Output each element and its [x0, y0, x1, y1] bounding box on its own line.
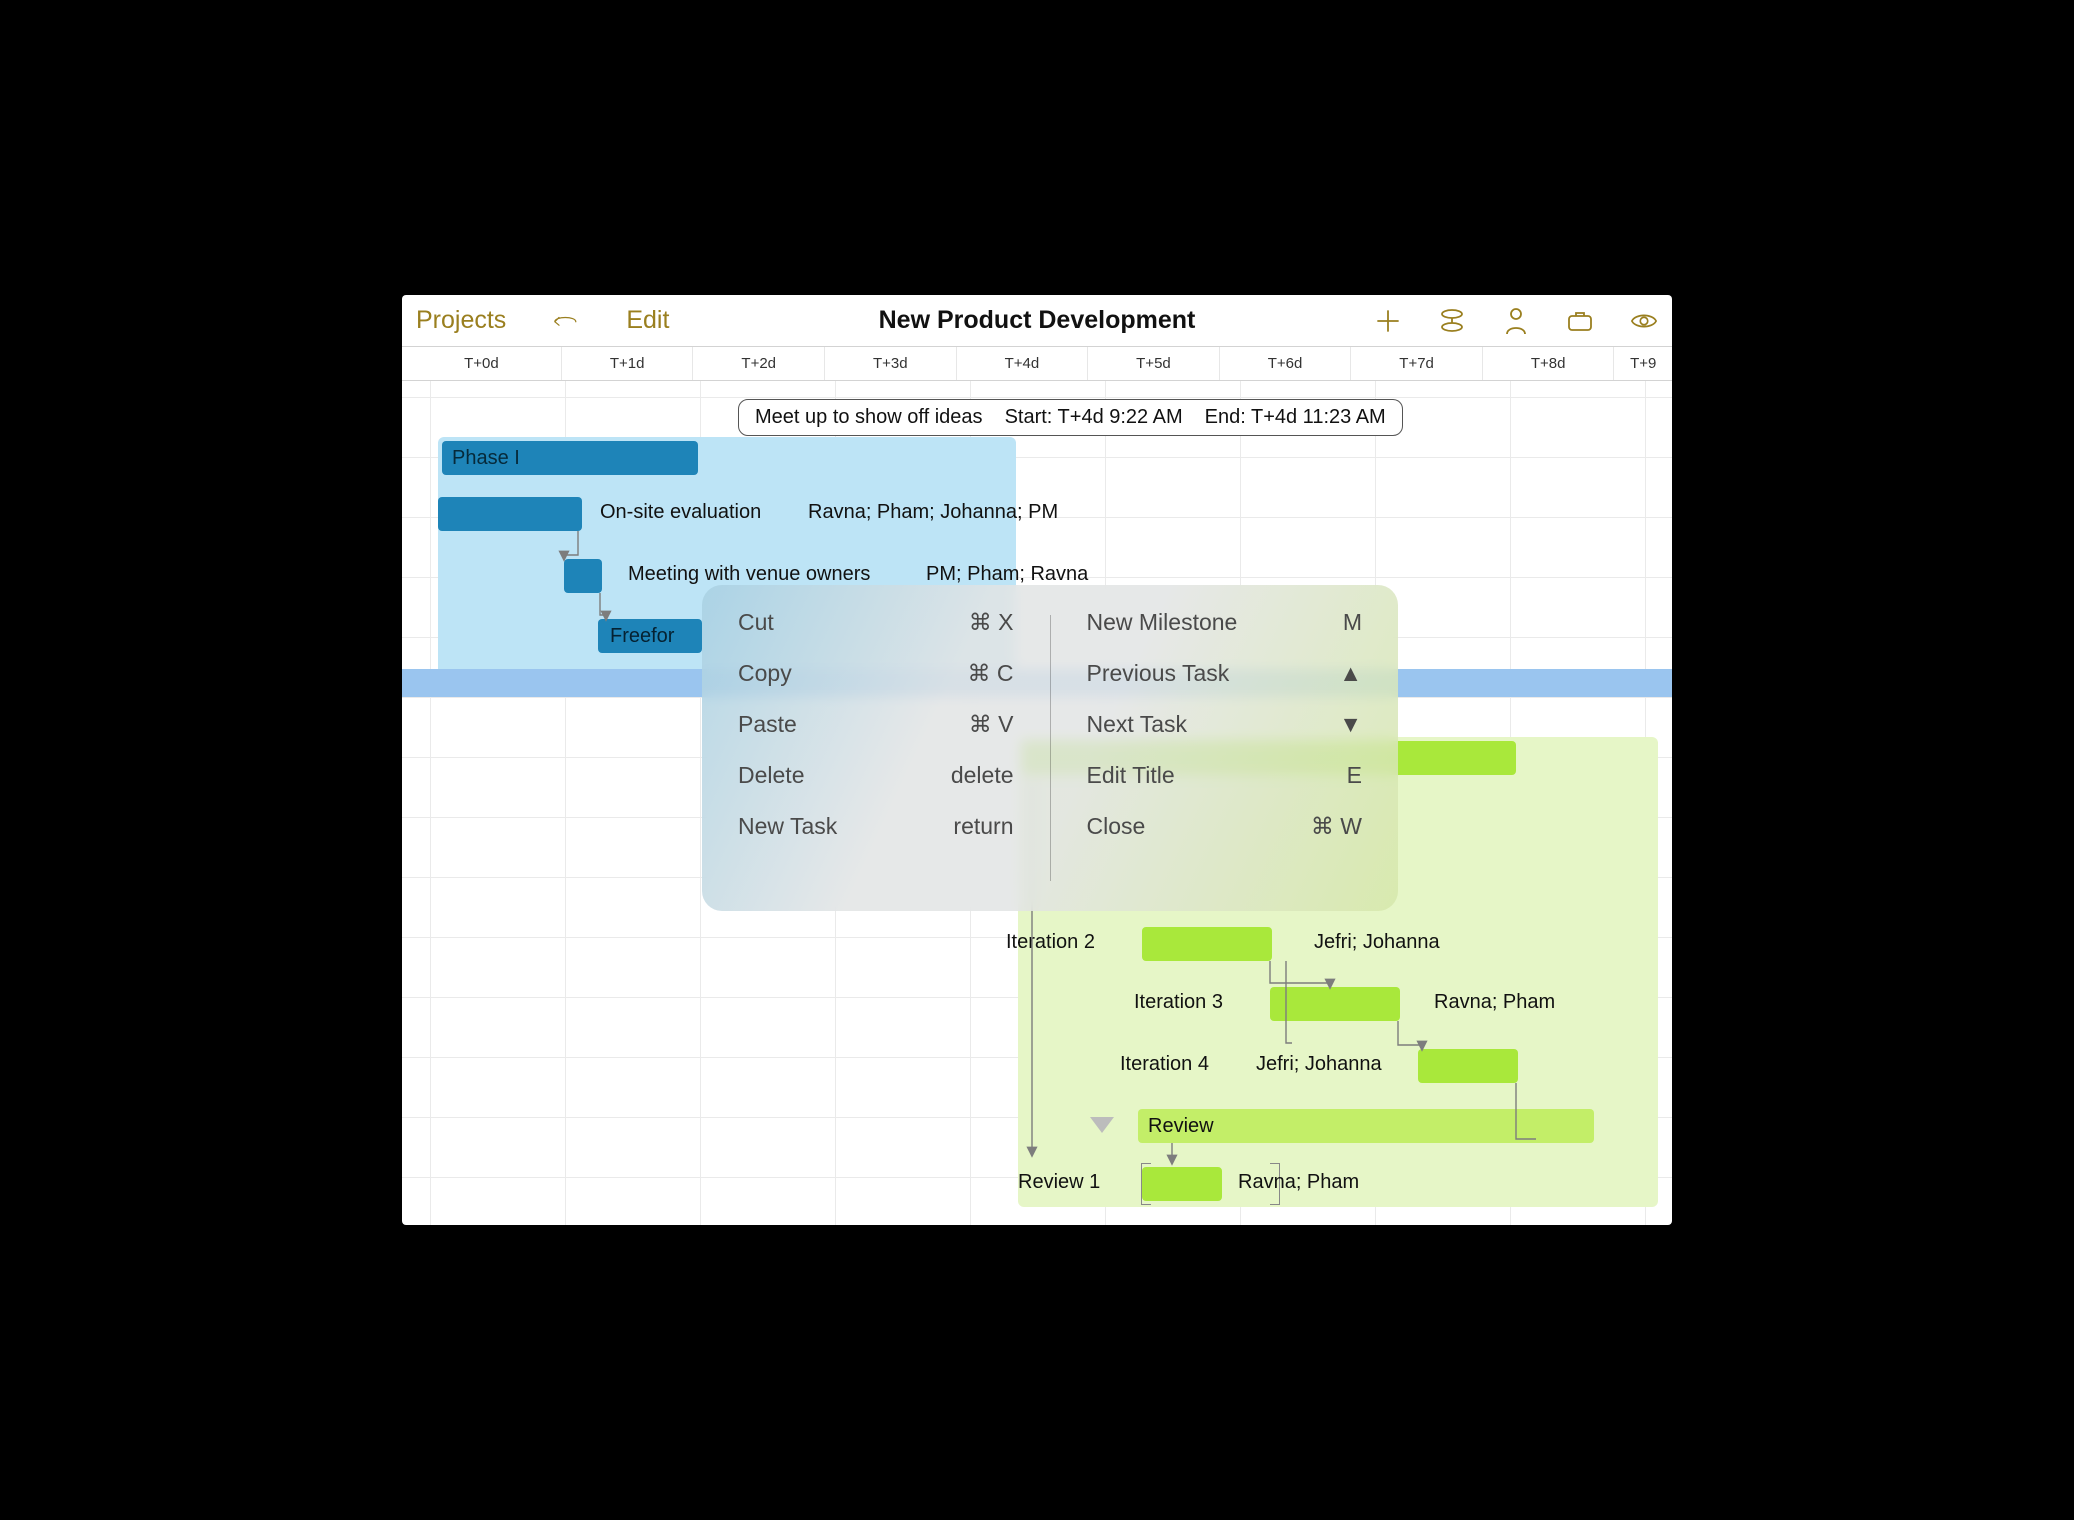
context-menu-item[interactable]: Previous Task ▲: [1087, 660, 1363, 687]
iter3-bar[interactable]: [1270, 987, 1400, 1021]
timeline-day: T+3d: [824, 347, 956, 380]
add-icon[interactable]: [1374, 307, 1402, 335]
timeline-day: T+2d: [692, 347, 824, 380]
iter2-assignees: Jefri; Johanna: [1314, 931, 1440, 954]
context-menu-item[interactable]: Delete delete: [738, 762, 1014, 789]
task-meeting-bar[interactable]: [564, 559, 602, 593]
resize-handle-left[interactable]: [1141, 1163, 1151, 1205]
timeline-day: T+5d: [1087, 347, 1219, 380]
timeline-day: T+1d: [561, 347, 693, 380]
context-menu-item-label: Next Task: [1087, 711, 1188, 738]
phase1-label: Phase I: [452, 447, 520, 470]
context-menu-item-label: Cut: [738, 609, 774, 636]
tooltip-name: Meet up to show off ideas: [755, 406, 983, 429]
task-tooltip: Meet up to show off ideas Start: T+4d 9:…: [738, 399, 1403, 436]
context-menu-item[interactable]: New Milestone M: [1087, 609, 1363, 636]
context-menu-item[interactable]: Close ⌘ W: [1087, 813, 1363, 840]
task-freeform-label: Freefor: [610, 625, 674, 648]
task-freeform-bar[interactable]: Freefor: [598, 619, 702, 653]
context-menu-item-label: Copy: [738, 660, 792, 687]
context-menu-item[interactable]: New Task return: [738, 813, 1014, 840]
review1-assignees: Ravna; Pham: [1238, 1171, 1359, 1194]
task-onsite-assignees: Ravna; Pham; Johanna; PM: [808, 501, 1058, 524]
context-menu-right-column: New Milestone M Previous Task ▲ Next Task ▼ Ed…: [1051, 609, 1399, 887]
app-frame: Projects Edit New Product Development T+…: [402, 295, 1672, 1225]
task-meeting-label: Meeting with venue owners: [628, 563, 870, 586]
gantt-chart[interactable]: Meet up to show off ideas Start: T+4d 9:…: [402, 381, 1672, 1225]
iter3-label: Iteration 3: [1134, 991, 1223, 1014]
timeline-header: T+0dT+1dT+2dT+3dT+4dT+5dT+6dT+7dT+8dT+9: [402, 347, 1672, 381]
link-icon[interactable]: [1438, 307, 1466, 335]
task-onsite-label: On-site evaluation: [600, 501, 761, 524]
person-icon[interactable]: [1502, 307, 1530, 335]
context-menu-item-label: Previous Task: [1087, 660, 1230, 687]
context-menu-item-shortcut: ⌘ W: [1311, 813, 1362, 840]
projects-button[interactable]: Projects: [416, 306, 506, 335]
toolbar-right: [1374, 307, 1658, 335]
context-menu-item-label: New Task: [738, 813, 837, 840]
context-menu-item-label: New Milestone: [1087, 609, 1238, 636]
task-meeting-assignees: PM; Pham; Ravna: [926, 563, 1088, 586]
review1-bar[interactable]: [1142, 1167, 1222, 1201]
context-menu-item[interactable]: Paste ⌘ V: [738, 711, 1014, 738]
context-menu-item-label: Close: [1087, 813, 1146, 840]
context-menu-item-shortcut: ▲: [1339, 660, 1362, 687]
timeline-day: T+7d: [1350, 347, 1482, 380]
timeline-day: T+9: [1613, 347, 1672, 380]
context-menu-item[interactable]: Next Task ▼: [1087, 711, 1363, 738]
context-menu-item-shortcut: ▼: [1339, 711, 1362, 738]
undo-icon[interactable]: [552, 307, 580, 335]
context-menu-item-label: Edit Title: [1087, 762, 1175, 789]
phase1-group-bar[interactable]: Phase I: [442, 441, 698, 475]
eye-icon[interactable]: [1630, 307, 1658, 335]
iter4-bar[interactable]: [1418, 1049, 1518, 1083]
context-menu-item-label: Paste: [738, 711, 797, 738]
context-menu-item-shortcut: ⌘ C: [968, 660, 1014, 687]
context-menu-item-shortcut: ⌘ V: [969, 711, 1014, 738]
context-menu-item-shortcut: return: [953, 813, 1013, 840]
timeline-day: T+4d: [956, 347, 1088, 380]
tooltip-start: Start: T+4d 9:22 AM: [1005, 406, 1183, 429]
context-menu-item-shortcut: M: [1343, 609, 1362, 636]
context-menu-item-label: Delete: [738, 762, 804, 789]
review1-label: Review 1: [1018, 1171, 1100, 1194]
iter2-bar[interactable]: [1142, 927, 1272, 961]
collapse-review-icon[interactable]: [1090, 1117, 1114, 1133]
review-group-label: Review: [1148, 1115, 1214, 1138]
toolbar: Projects Edit New Product Development: [402, 295, 1672, 347]
iter4-assignees: Jefri; Johanna: [1256, 1053, 1382, 1076]
iter3-assignees: Ravna; Pham: [1434, 991, 1555, 1014]
context-menu-item[interactable]: Copy ⌘ C: [738, 660, 1014, 687]
task-onsite-bar[interactable]: [438, 497, 582, 531]
context-menu: Cut ⌘ X Copy ⌘ C Paste ⌘ V Delete delete New Tas…: [702, 585, 1398, 911]
context-menu-left-column: Cut ⌘ X Copy ⌘ C Paste ⌘ V Delete delete New Tas…: [702, 609, 1050, 887]
toolbar-left: Projects Edit: [416, 306, 669, 335]
timeline-day: T+0d: [402, 347, 561, 380]
timeline-day: T+8d: [1482, 347, 1614, 380]
context-menu-item[interactable]: Edit Title E: [1087, 762, 1363, 789]
page-title: New Product Development: [879, 306, 1196, 335]
review-group-bar[interactable]: Review: [1138, 1109, 1594, 1143]
edit-button[interactable]: Edit: [626, 306, 669, 335]
context-menu-item-shortcut: E: [1347, 762, 1362, 789]
briefcase-icon[interactable]: [1566, 307, 1594, 335]
context-menu-item-shortcut: ⌘ X: [969, 609, 1014, 636]
iter2-label: Iteration 2: [1006, 931, 1095, 954]
timeline-day: T+6d: [1219, 347, 1351, 380]
context-menu-item[interactable]: Cut ⌘ X: [738, 609, 1014, 636]
tooltip-end: End: T+4d 11:23 AM: [1205, 406, 1386, 429]
context-menu-item-shortcut: delete: [951, 762, 1014, 789]
iter4-label: Iteration 4: [1120, 1053, 1209, 1076]
